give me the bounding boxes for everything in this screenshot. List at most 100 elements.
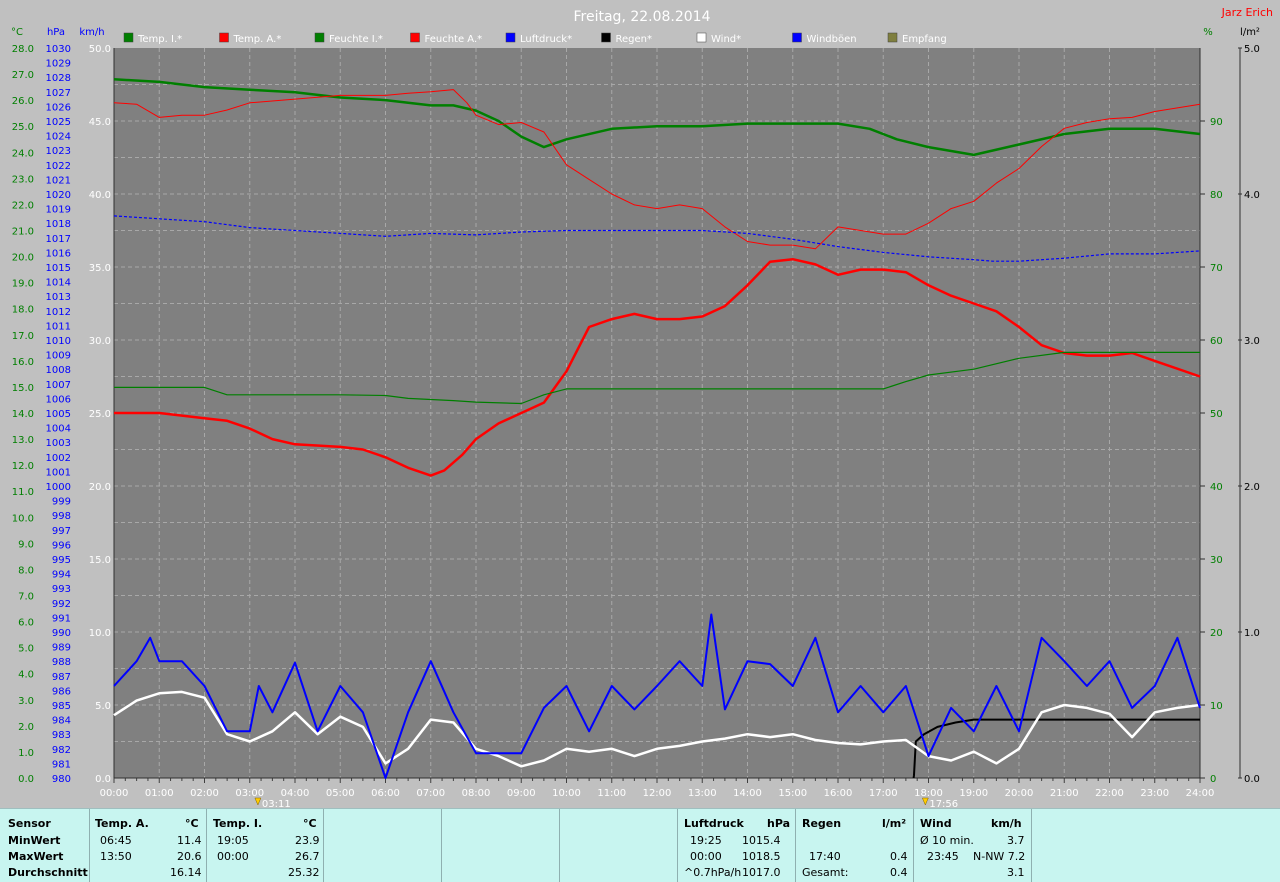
wind-tick-label: 10.0 bbox=[89, 628, 111, 639]
temp-a-min: 11.4 bbox=[177, 834, 202, 847]
temp-i-header: Temp. I. bbox=[213, 817, 263, 830]
pressure-tick-label: 1005 bbox=[46, 409, 71, 420]
temp-a-max: 20.6 bbox=[177, 850, 202, 863]
x-tick-label: 00:00 bbox=[100, 788, 129, 799]
pressure-tick-label: 983 bbox=[52, 730, 71, 741]
pressure-tick-label: 1026 bbox=[46, 102, 71, 113]
temp-tick-label: 5.0 bbox=[18, 644, 34, 655]
rain-tick-label: 1.0 bbox=[1244, 628, 1260, 639]
temp-tick-label: 4.0 bbox=[18, 670, 34, 681]
temp-i-min-time: 19:05 bbox=[217, 834, 249, 847]
temp-i-max: 26.7 bbox=[295, 850, 320, 863]
author-label: Jarz Erich bbox=[1221, 6, 1273, 19]
wind-tick-label: 35.0 bbox=[89, 263, 111, 274]
pressure-tick-label: 1021 bbox=[46, 175, 71, 186]
temp-tick-label: 13.0 bbox=[12, 435, 34, 446]
pressure-tick-label: 1010 bbox=[46, 336, 71, 347]
temp-tick-label: 1.0 bbox=[18, 748, 34, 759]
pressure-tick-label: 1028 bbox=[46, 73, 71, 84]
temp-tick-label: 7.0 bbox=[18, 592, 34, 603]
x-tick-label: 06:00 bbox=[371, 788, 400, 799]
weather-chart: Freitag, 22.08.2014 Jarz Erich °C hPa km… bbox=[11, 6, 1273, 808]
temp-tick-label: 23.0 bbox=[12, 174, 34, 185]
pressure-tick-label: 1006 bbox=[46, 394, 71, 405]
temp-a-avg: 16.14 bbox=[170, 866, 202, 879]
temp-tick-label: 27.0 bbox=[12, 70, 34, 81]
pressure-tick-label: 994 bbox=[52, 570, 71, 581]
pressure-tick-label: 1008 bbox=[46, 365, 71, 376]
humidity-tick-label: 70 bbox=[1210, 263, 1223, 274]
legend-label: Feuchte I.* bbox=[329, 34, 383, 45]
pressure-tick-label: 1029 bbox=[46, 59, 71, 70]
wind-tick-label: 25.0 bbox=[89, 409, 111, 420]
wind-header: Wind bbox=[920, 817, 952, 830]
legend-label: Wind* bbox=[711, 34, 741, 45]
temp-tick-label: 22.0 bbox=[12, 200, 34, 211]
x-tick-label: 16:00 bbox=[824, 788, 853, 799]
temp-i-min: 23.9 bbox=[295, 834, 320, 847]
wind-tick-label: 0.0 bbox=[95, 774, 111, 785]
temp-tick-label: 2.0 bbox=[18, 722, 34, 733]
pressure-tick-label: 998 bbox=[52, 511, 71, 522]
x-tick-label: 18:00 bbox=[914, 788, 943, 799]
pressure-tick-label: 984 bbox=[52, 716, 71, 727]
pressure-max-time: 00:00 bbox=[690, 850, 722, 863]
pressure-tick-label: 989 bbox=[52, 643, 71, 654]
humidity-tick-label: 60 bbox=[1210, 336, 1223, 347]
pressure-tick-label: 993 bbox=[52, 584, 71, 595]
pressure-tick-label: 997 bbox=[52, 526, 71, 537]
x-tick-label: 21:00 bbox=[1050, 788, 1079, 799]
temp-tick-label: 3.0 bbox=[18, 696, 34, 707]
temp-a-min-time: 06:45 bbox=[100, 834, 132, 847]
wind-tick-label: 40.0 bbox=[89, 190, 111, 201]
pressure-header: Luftdruck bbox=[684, 817, 744, 830]
pressure-tick-label: 1018 bbox=[46, 219, 71, 230]
wind-avg: 3.1 bbox=[1007, 866, 1025, 879]
x-tick-label: 10:00 bbox=[552, 788, 581, 799]
temp-i-max-time: 00:00 bbox=[217, 850, 249, 863]
rain-tick-label: 2.0 bbox=[1244, 482, 1260, 493]
pressure-tick-label: 1016 bbox=[46, 248, 71, 259]
rain-header: Regen bbox=[802, 817, 842, 830]
temp-tick-label: 6.0 bbox=[18, 618, 34, 629]
pressure-trend: ^0.7hPa/h bbox=[684, 866, 742, 879]
pressure-tick-label: 986 bbox=[52, 686, 71, 697]
legend-label: Windböen bbox=[807, 34, 857, 45]
x-tick-label: 02:00 bbox=[190, 788, 219, 799]
rain-total-label: Gesamt: bbox=[802, 866, 849, 879]
temp-tick-label: 25.0 bbox=[12, 122, 34, 133]
legend-swatch bbox=[123, 32, 134, 43]
pressure-tick-label: 985 bbox=[52, 701, 71, 712]
temp-tick-label: 10.0 bbox=[12, 513, 34, 524]
pressure-tick-label: 982 bbox=[52, 745, 71, 756]
rain-total: 0.4 bbox=[890, 866, 908, 879]
humidity-tick-label: 0 bbox=[1210, 774, 1216, 785]
pressure-tick-label: 987 bbox=[52, 672, 71, 683]
humidity-tick-label: 20 bbox=[1210, 628, 1223, 639]
legend-label: Temp. I.* bbox=[137, 34, 182, 45]
pressure-tick-label: 1003 bbox=[46, 438, 71, 449]
temp-tick-label: 12.0 bbox=[12, 461, 34, 472]
x-tick-label: 08:00 bbox=[462, 788, 491, 799]
legend-swatch bbox=[410, 32, 420, 43]
pressure-tick-label: 990 bbox=[52, 628, 71, 639]
pressure-tick-label: 1025 bbox=[46, 117, 71, 128]
pressure-tick-label: 988 bbox=[52, 657, 71, 668]
temp-tick-label: 17.0 bbox=[12, 331, 34, 342]
wind-tick-label: 5.0 bbox=[95, 701, 111, 712]
wind-unit: km/h bbox=[991, 817, 1022, 830]
temp-tick-label: 20.0 bbox=[12, 253, 34, 264]
temp-tick-label: 26.0 bbox=[12, 96, 34, 107]
temp-tick-label: 24.0 bbox=[12, 148, 34, 159]
x-tick-label: 19:00 bbox=[959, 788, 988, 799]
temp-tick-label: 15.0 bbox=[12, 383, 34, 394]
legend-label: Empfang bbox=[902, 34, 947, 45]
marker-label: 17:56 bbox=[929, 799, 958, 808]
pressure-tick-label: 1022 bbox=[46, 161, 71, 172]
temp-a-max-time: 13:50 bbox=[100, 850, 132, 863]
temp-tick-label: 11.0 bbox=[12, 487, 34, 498]
pressure-tick-label: 1024 bbox=[46, 132, 71, 143]
rain-axis-unit: l/m² bbox=[1240, 27, 1260, 38]
legend-swatch bbox=[505, 32, 516, 43]
stats-label-min: MinWert bbox=[8, 834, 61, 847]
